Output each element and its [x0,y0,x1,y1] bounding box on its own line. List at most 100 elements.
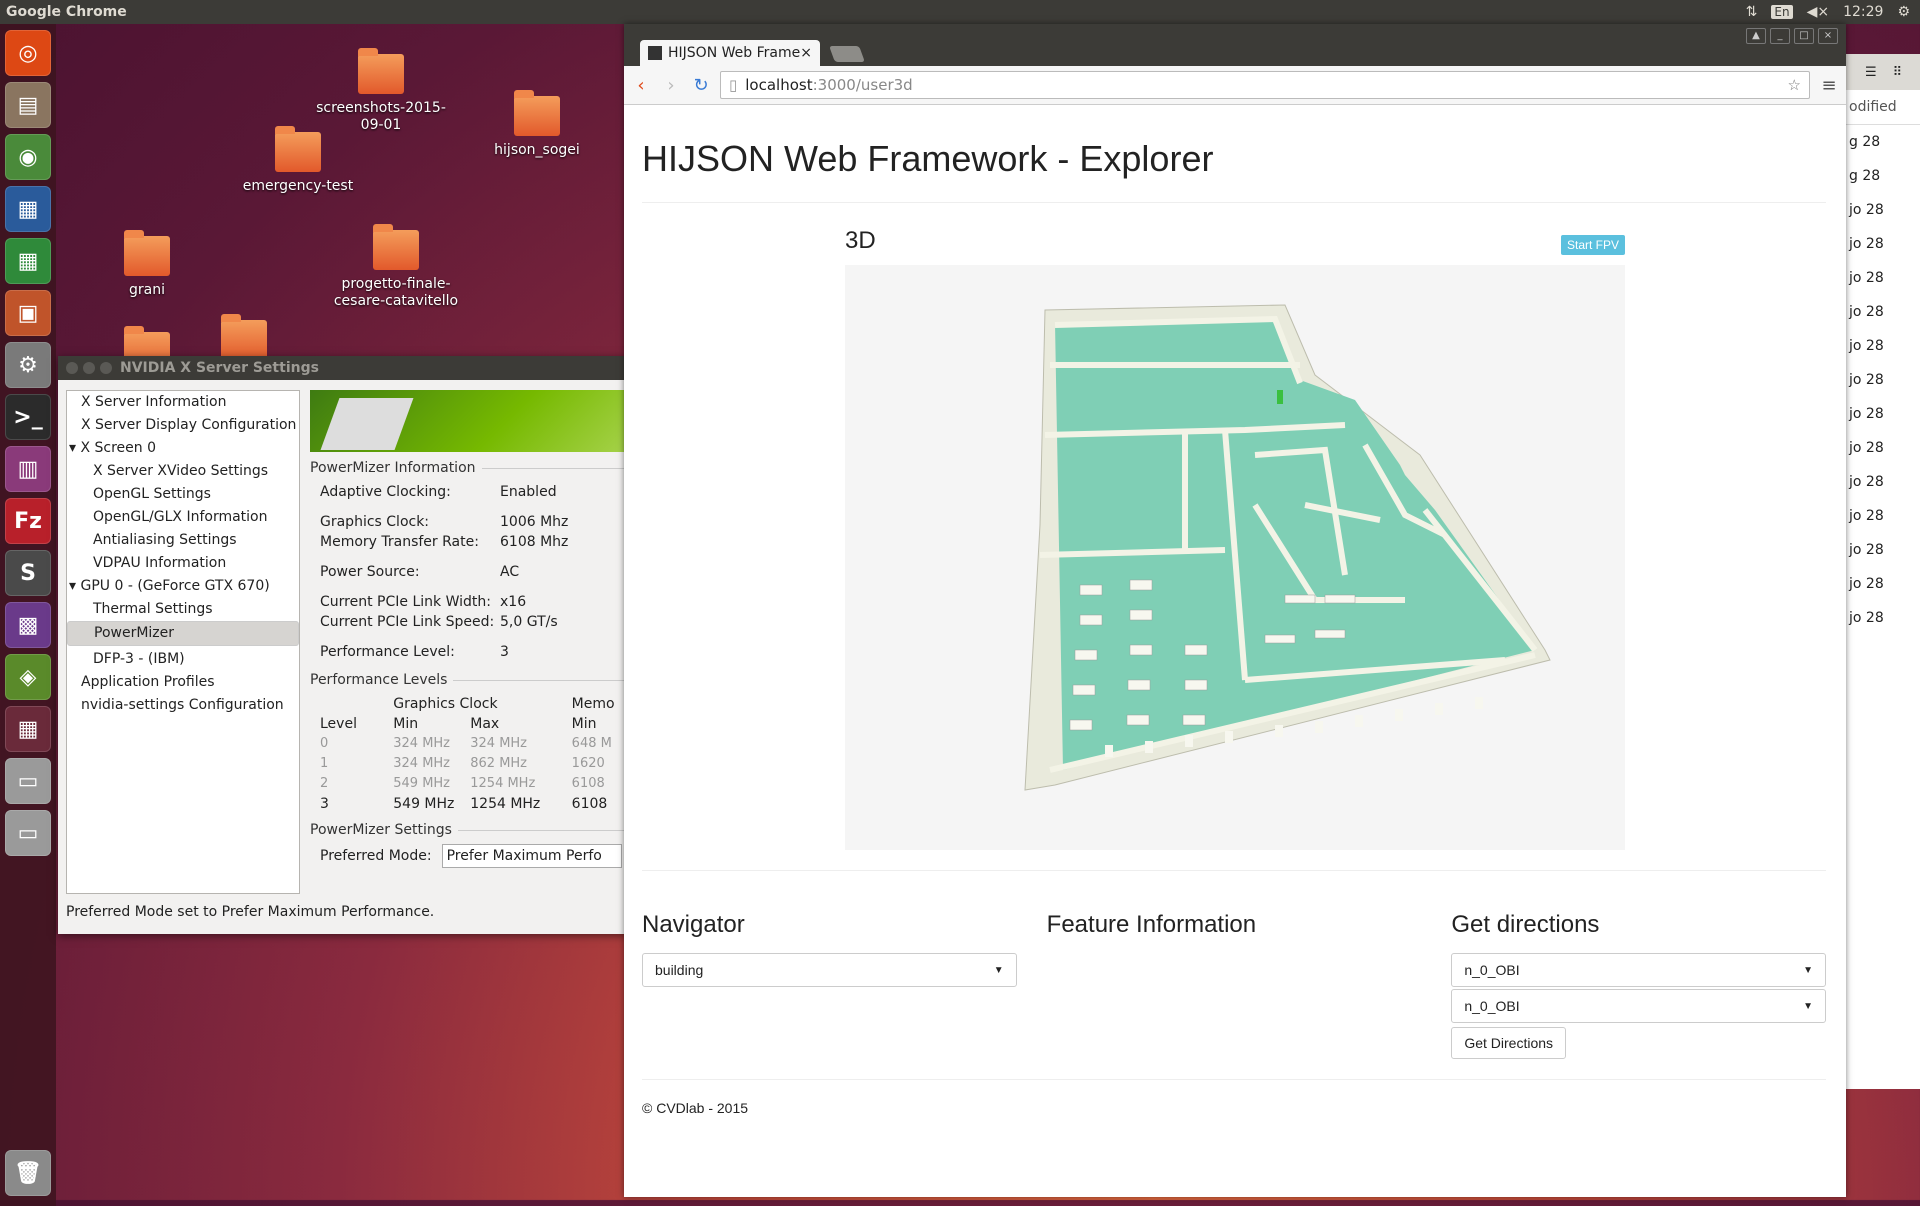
desktop-folder[interactable]: screenshots-2015-09-01 [311,48,451,134]
close-button[interactable]: × [1818,28,1838,44]
terminal-icon[interactable]: >_ [5,394,51,440]
tree-item[interactable]: X Server XVideo Settings [67,460,299,483]
trash-icon[interactable]: 🗑 [5,1150,51,1196]
sublime-icon[interactable]: S [5,550,51,596]
from-select[interactable]: n_0_OBI ▼ [1451,953,1827,987]
preferred-mode-select[interactable]: Prefer Maximum Perfo [441,844,622,868]
gear-icon[interactable]: ⚙ [1897,4,1910,20]
chrome-icon[interactable]: ◉ [5,134,51,180]
forward-icon[interactable]: › [660,75,682,96]
grid-view-icon[interactable]: ⠿ [1893,65,1903,80]
tree-item[interactable]: X Server Information [67,391,299,414]
list-item[interactable]: jo 28 [1845,431,1920,465]
info-row: Current PCIe Link Speed: 5,0 GT/s [310,612,628,632]
desktop-folder[interactable]: grani [77,230,217,299]
minimize-button[interactable] [83,362,95,374]
tree-item[interactable]: DFP-3 - (IBM) [67,648,299,671]
calc-icon[interactable]: ▦ [5,238,51,284]
menu-icon[interactable]: ≡ [1818,75,1840,96]
tree-item[interactable]: Application Profiles [67,671,299,694]
tree-item[interactable]: VDPAU Information [67,552,299,575]
tree-item-selected[interactable]: PowerMizer [67,621,299,646]
info-value: 3 [500,644,509,660]
list-item[interactable]: jo 28 [1845,567,1920,601]
3d-viewer-canvas[interactable] [845,265,1625,850]
tree-item[interactable]: nvidia-settings Configuration [67,694,299,717]
app-icon[interactable]: ▥ [5,446,51,492]
profile-icon[interactable]: ▲ [1746,28,1766,44]
new-tab-button[interactable] [829,46,865,62]
section-title: PowerMizer Settings [310,822,628,838]
close-tab-icon[interactable]: × [800,45,812,61]
url-path: :3000/user3d [812,76,913,94]
tree-item[interactable]: X Server Display Configuration [67,414,299,437]
get-directions-button[interactable]: Get Directions [1451,1027,1567,1059]
to-select[interactable]: n_0_OBI ▼ [1451,989,1827,1023]
list-item[interactable]: jo 28 [1845,329,1920,363]
panel-title: 3D [845,227,876,254]
list-item[interactable]: g 28 [1845,125,1920,159]
info-row: Graphics Clock: 1006 Mhz [310,512,628,532]
navigator-select[interactable]: building ▼ [642,953,1017,987]
maximize-button[interactable] [100,362,112,374]
column-header-modified[interactable]: odified [1845,90,1920,125]
list-item[interactable]: jo 28 [1845,601,1920,635]
nvidia-icon[interactable]: ◈ [5,654,51,700]
files-icon[interactable]: ▤ [5,82,51,128]
info-key: Graphics Clock: [320,514,430,530]
list-item[interactable]: g 28 [1845,159,1920,193]
list-item[interactable]: jo 28 [1845,465,1920,499]
list-item[interactable]: jo 28 [1845,363,1920,397]
keyboard-layout-indicator[interactable]: En [1771,5,1793,19]
address-bar[interactable]: ▯ localhost :3000/user3d ☆ [720,71,1810,99]
minimize-button[interactable]: _ [1770,28,1790,44]
tree-item[interactable]: ▾ X Screen 0 [67,437,299,460]
section-title: PowerMizer Information [310,460,628,476]
filezilla-icon[interactable]: Fz [5,498,51,544]
settings-icon[interactable]: ⚙ [5,342,51,388]
tree-item[interactable]: Antialiasing Settings [67,529,299,552]
back-icon[interactable]: ‹ [630,75,652,96]
desktop-folder[interactable]: emergency-test [228,126,368,195]
info-key: Power Source: [320,564,420,580]
file-manager-window: ☰ ⠿ odified g 28 g 28 jo 28 jo 28 jo 28 … [1844,54,1920,1089]
tree-item[interactable]: OpenGL Settings [67,483,299,506]
info-key: Adaptive Clocking: [320,484,451,500]
sound-icon[interactable]: ◀× [1807,4,1830,20]
writer-icon[interactable]: ▦ [5,186,51,232]
tree-item[interactable]: OpenGL/GLX Information [67,506,299,529]
network-icon[interactable]: ⇅ [1746,4,1758,20]
launcher: ◎ ▤ ◉ ▦ ▦ ▣ ⚙ >_ ▥ Fz S ▩ ◈ ▦ ▭ ▭ 🗑 [0,24,56,1206]
nvidia-settings-window: NVIDIA X Server Settings X Server Inform… [58,356,628,934]
list-item[interactable]: jo 28 [1845,533,1920,567]
maximize-button[interactable]: □ [1794,28,1814,44]
drive-icon[interactable]: ▭ [5,810,51,856]
expander-icon[interactable]: ▾ [69,578,80,594]
workspace-switcher-icon[interactable]: ▦ [5,706,51,752]
start-fpv-button[interactable]: Start FPV [1560,235,1625,255]
desktop-folder[interactable]: hijson_sogei [467,90,607,159]
drive-icon[interactable]: ▭ [5,758,51,804]
browser-tab[interactable]: HIJSON Web Framew × [640,40,820,66]
folder-icon [373,224,419,270]
desktop-folder[interactable]: progetto-finale-cesare-catavitello [326,224,466,310]
list-item[interactable]: jo 28 [1845,295,1920,329]
clock[interactable]: 12:29 [1843,4,1883,20]
reload-icon[interactable]: ↻ [690,75,712,96]
ubuntu-dash-icon[interactable]: ◎ [5,30,51,76]
media-icon[interactable]: ▩ [5,602,51,648]
impress-icon[interactable]: ▣ [5,290,51,336]
list-item[interactable]: jo 28 [1845,227,1920,261]
list-item[interactable]: jo 28 [1845,193,1920,227]
desktop-folder-label: emergency-test [242,178,354,194]
expander-icon[interactable]: ▾ [69,440,80,456]
list-item[interactable]: jo 28 [1845,397,1920,431]
list-item[interactable]: jo 28 [1845,261,1920,295]
tree-item[interactable]: Thermal Settings [67,598,299,621]
chevron-down-icon: ▼ [993,964,1004,976]
close-button[interactable] [66,362,78,374]
list-item[interactable]: jo 28 [1845,499,1920,533]
bookmark-star-icon[interactable]: ☆ [1788,76,1801,94]
list-view-icon[interactable]: ☰ [1865,65,1877,80]
tree-item[interactable]: ▾ GPU 0 - (GeForce GTX 670) [67,575,299,598]
